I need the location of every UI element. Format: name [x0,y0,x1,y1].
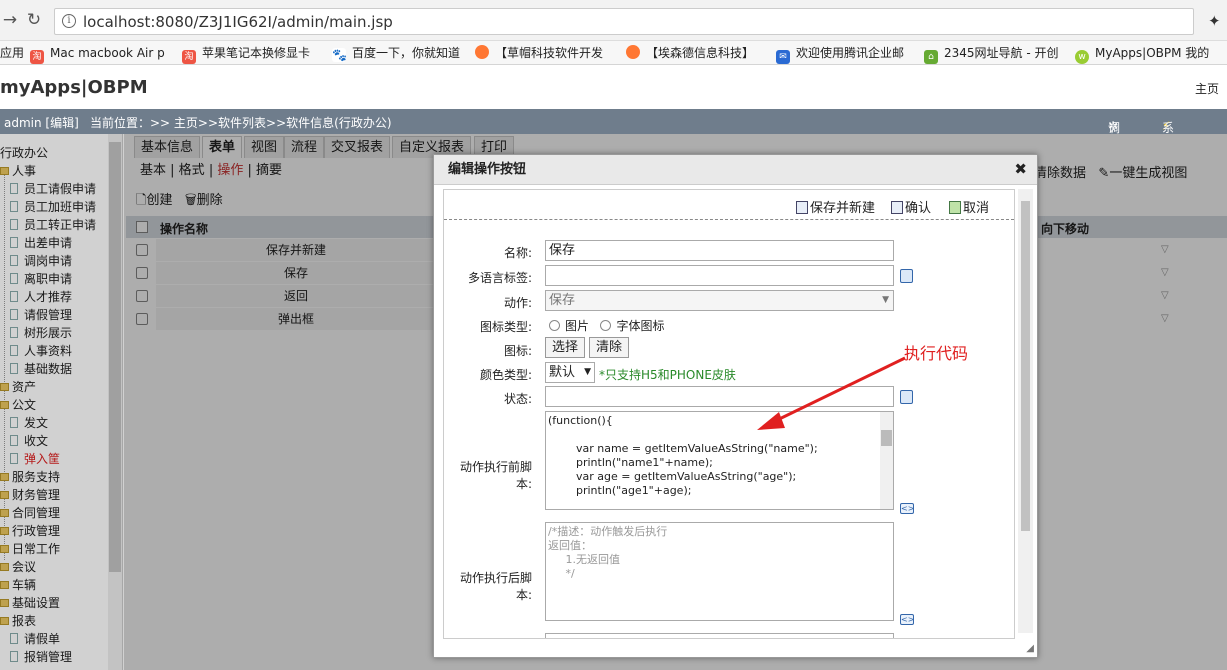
chevron-down-icon: ▼ [882,295,889,305]
code-editor-icon[interactable]: <> [900,503,914,514]
after-script-label: 动作执行后脚本: [459,571,532,602]
extension-icon[interactable]: ✦ [1208,12,1221,30]
forward-icon[interactable]: → [0,10,20,30]
code-editor-icon[interactable]: <> [900,614,914,625]
dialog-title-bar[interactable]: 编辑操作按钮 ✖ [434,155,1037,185]
site-icon [626,45,640,59]
edit-icon[interactable] [900,269,913,283]
icontype-radios: 图片 字体图标 [549,317,664,334]
logo: myApps|OBPM [0,77,148,98]
bookmark-item[interactable]: w MyApps|OBPM 我的 [1075,44,1209,64]
bookmark-item[interactable]: 淘 Mac macbook Air p [30,44,165,64]
breadcrumb: 当前位置：>> 主页>>软件列表>>软件信息(行政办公) [90,116,392,130]
myapps-icon: w [1075,50,1089,64]
modal-overlay-side [0,134,124,670]
dialog-body: 保存并新建 确认 取消 名称: 保存 多语言标签: 动作: 保存 ▼ 图标类型: … [443,189,1015,639]
bookmark-item[interactable]: 淘苹果笔记本换修显卡 [182,44,310,64]
save-new-button[interactable]: 保存并新建 [796,197,875,216]
browser-toolbar: → ↻ i localhost:8080/Z3J1IG62I/admin/mai… [0,0,1227,41]
info-icon[interactable]: i [62,14,76,28]
annotation-arrow [757,356,906,430]
dialog-button-bar: 保存并新建 确认 取消 [444,190,1014,220]
chevron-down-icon: ▼ [584,367,591,377]
bookmark-item[interactable]: ✉ 欢迎使用腾讯企业邮 [776,44,904,64]
cancel-button[interactable]: 取消 [949,197,989,216]
bookmark-apps[interactable]: 应用 [0,44,24,62]
dialog-title: 编辑操作按钮 [448,162,527,177]
icon-clear-button[interactable]: 清除 [589,337,629,358]
bookmark-item[interactable]: 🐾 百度一下，你就知道 [332,44,460,62]
close-icon[interactable]: ✖ [1014,162,1027,177]
icon-select-button[interactable]: 选择 [545,337,585,358]
mail-icon: ✉ [776,50,790,64]
edit-operation-dialog: 编辑操作按钮 ✖ 保存并新建 确认 取消 名称: 保存 多语言标签: 动作: 保… [433,154,1038,658]
after-script-textarea[interactable]: /*描述：动作触发后执行 返回值： 1.无返回值 */ [545,522,894,621]
multilang-label: 多语言标签: [467,271,532,285]
icontype-label: 图标类型: [479,320,532,334]
bookmark-item[interactable]: 【埃森德信息科技】 [626,44,754,62]
taobao-icon: 淘 [30,50,44,64]
bookmark-item[interactable]: ⌂ 2345网址导航 - 开创 [924,44,1059,64]
save-icon [891,201,903,214]
site-2345-icon: ⌂ [924,50,938,64]
reload-icon[interactable]: ↻ [24,10,44,30]
icontype-font-radio[interactable]: 字体图标 [600,319,664,333]
save-icon [796,201,808,214]
color-label: 颜色类型: [479,368,532,382]
color-hint: *只支持H5和PHONE皮肤 [599,368,736,382]
taobao-icon: 淘 [182,50,196,64]
user-link[interactable]: admin [编辑] [4,114,79,131]
site-icon [475,45,489,59]
icontype-image-radio[interactable]: 图片 [549,319,589,333]
bookmarks-bar: 应用 淘 Mac macbook Air p 淘苹果笔记本换修显卡 🐾 百度一下，你… [0,41,1227,65]
dialog-scroll-thumb[interactable] [1021,201,1030,531]
multilang-input[interactable] [545,265,894,286]
status-bar: admin [编辑] 当前位置：>> 主页>>软件列表>>软件信息(行政办公) … [0,109,1227,186]
resize-handle-icon[interactable]: ◢ [1026,643,1034,654]
color-select[interactable]: 默认 ▼ [545,362,595,383]
name-label: 名称: [503,246,532,260]
confirm-button[interactable]: 确认 [891,197,931,216]
action-label: 动作: [503,296,532,310]
url-text[interactable]: localhost:8080/Z3J1IG62I/admin/main.jsp [83,13,393,31]
address-bar[interactable]: i localhost:8080/Z3J1IG62I/admin/main.js… [54,8,1194,35]
home-link[interactable]: 主页 [1195,80,1219,97]
exit-icon [949,201,961,214]
next-field-input[interactable] [545,633,894,638]
app-header: myApps|OBPM 主页 [0,65,1227,109]
baidu-icon: 🐾 [332,48,347,62]
name-input[interactable]: 保存 [545,240,894,261]
state-label: 状态: [503,392,532,406]
icon-label: 图标: [503,344,532,358]
before-script-label: 动作执行前脚本: [459,460,532,491]
bookmark-item[interactable]: 【草帽科技软件开发 [475,44,603,62]
action-select[interactable]: 保存 ▼ [545,290,894,311]
